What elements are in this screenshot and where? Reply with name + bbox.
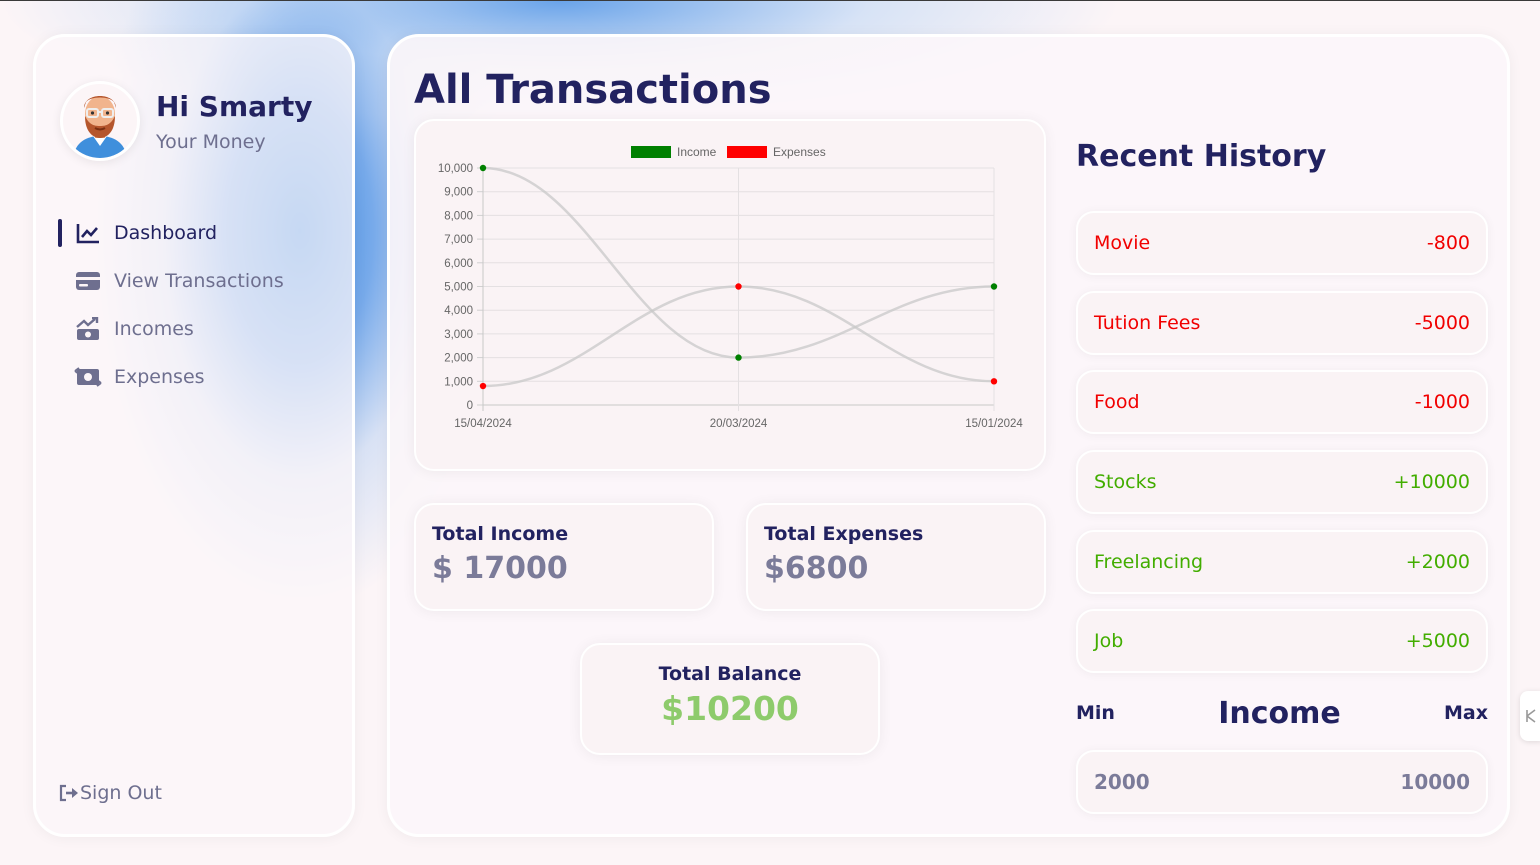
x-tick-label: 15/01/2024: [965, 418, 1023, 430]
history-item-amount: -5000: [1414, 311, 1470, 334]
sidebar-item-dashboard[interactable]: Dashboard: [58, 209, 284, 257]
sidebar-item-label: Incomes: [114, 318, 194, 340]
indicator-slot: [58, 267, 62, 295]
history-item-amount: +2000: [1405, 550, 1470, 573]
legend-label-income: Income: [677, 145, 717, 159]
y-tick-label: 2,000: [444, 353, 473, 365]
edge-handle-tab[interactable]: [1520, 691, 1540, 741]
total-expenses-card: Total Expenses $6800: [746, 503, 1046, 611]
history-item: Tution Fees -5000: [1076, 290, 1488, 355]
history-item-amount: -1000: [1414, 391, 1470, 414]
history-item: Freelancing +2000: [1076, 529, 1488, 594]
total-income-value: $ 17000: [432, 551, 568, 586]
history-item-name: Tution Fees: [1094, 311, 1201, 334]
max-value: 10000: [1400, 770, 1470, 794]
profile-greeting: Hi Smarty: [156, 89, 313, 123]
sidebar: Hi Smarty Your Money Dashboard View Tran…: [33, 34, 355, 837]
sign-out-button[interactable]: Sign Out: [58, 782, 162, 804]
transactions-chart: 0 1,000 2,000 3,000 4,000 5,000 6,000 7,000 8,00…: [414, 119, 1046, 471]
sidebar-item-label: Dashboard: [114, 222, 218, 244]
recent-history-list: Movie -800 Tution Fees -5000 Food -1000 …: [1076, 211, 1488, 689]
legend-swatch-income: [631, 146, 671, 158]
total-expenses-value: $6800: [764, 551, 869, 586]
active-indicator: [58, 219, 62, 247]
credit-card-icon: [74, 269, 102, 293]
history-item: Job +5000: [1076, 609, 1488, 674]
max-label: Max: [1444, 702, 1488, 724]
sign-out-label: Sign Out: [80, 782, 162, 804]
line-chart-icon: [74, 221, 102, 245]
income-range-box: 2000 10000: [1076, 750, 1488, 814]
history-item-name: Freelancing: [1094, 550, 1204, 573]
drag-handle-icon: [1524, 707, 1538, 725]
data-point-income: [990, 283, 998, 290]
legend-swatch-expenses: [727, 146, 767, 158]
history-item-name: Movie: [1094, 232, 1151, 254]
history-item: Stocks +10000: [1076, 450, 1488, 515]
profile: Hi Smarty Your Money: [60, 81, 312, 161]
y-tick-label: 6,000: [444, 258, 473, 270]
history-item: Movie -800: [1076, 211, 1488, 275]
income-range-header: Min Income Max: [1076, 693, 1488, 733]
avatar-icon: [60, 81, 140, 161]
indicator-slot: [58, 363, 62, 391]
history-item-name: Job: [1094, 630, 1124, 653]
data-point-income: [479, 164, 487, 172]
history-item-amount: +10000: [1393, 471, 1470, 494]
legend-label-expenses: Expenses: [773, 145, 826, 159]
y-tick-label: 10,000: [438, 163, 473, 175]
sidebar-menu: Dashboard View Transactions Incomes Expe…: [58, 209, 284, 401]
y-tick-label: 5,000: [444, 282, 473, 294]
range-title: Income: [1218, 695, 1341, 731]
y-tick-label: 1,000: [444, 376, 473, 388]
y-tick-label: 8,000: [444, 210, 473, 222]
min-value: 2000: [1094, 770, 1150, 794]
x-tick-label: 20/03/2024: [710, 418, 768, 430]
total-income-label: Total Income: [432, 523, 569, 545]
page-title: All Transactions: [414, 67, 772, 113]
data-point-income: [735, 354, 742, 361]
history-item: Food -1000: [1076, 370, 1488, 435]
sidebar-item-view-transactions[interactable]: View Transactions: [58, 257, 284, 305]
data-point-expenses: [479, 382, 487, 390]
total-balance-label: Total Balance: [658, 663, 802, 685]
total-balance-value: $10200: [661, 689, 799, 728]
money-bill-trend-up-icon: [74, 317, 102, 341]
total-expenses-label: Total Expenses: [764, 523, 924, 545]
min-label: Min: [1076, 702, 1115, 724]
recent-history-title: Recent History: [1076, 139, 1327, 174]
x-tick-label: 15/04/2024: [454, 418, 512, 430]
sidebar-item-label: View Transactions: [114, 270, 284, 292]
history-item-name: Food: [1094, 391, 1140, 414]
y-tick-label: 4,000: [444, 305, 473, 317]
main-panel: All Transactions 0 1,000 2,000 3,000 4,000 5,…: [387, 34, 1510, 837]
line-chart: 0 1,000 2,000 3,000 4,000 5,000 6,000 7,000 8,00…: [438, 145, 1024, 430]
money-bill-transfer-icon: [74, 365, 102, 389]
data-point-expenses: [990, 378, 998, 385]
sidebar-item-expenses[interactable]: Expenses: [58, 353, 284, 401]
y-tick-label: 0: [467, 400, 473, 412]
profile-subtitle: Your Money: [156, 130, 266, 153]
y-tick-label: 7,000: [444, 234, 473, 246]
total-income-card: Total Income $ 17000: [414, 503, 714, 611]
history-item-name: Stocks: [1094, 471, 1157, 494]
y-tick-label: 3,000: [444, 329, 473, 341]
history-item-amount: +5000: [1405, 630, 1470, 653]
sidebar-item-incomes[interactable]: Incomes: [58, 305, 284, 353]
data-point-expenses: [735, 283, 742, 290]
total-balance-card: Total Balance $10200: [580, 643, 880, 755]
y-tick-label: 9,000: [444, 187, 473, 199]
sidebar-item-label: Expenses: [114, 366, 205, 388]
indicator-slot: [58, 315, 62, 343]
sign-out-icon: [58, 784, 80, 802]
history-item-amount: -800: [1426, 232, 1470, 254]
